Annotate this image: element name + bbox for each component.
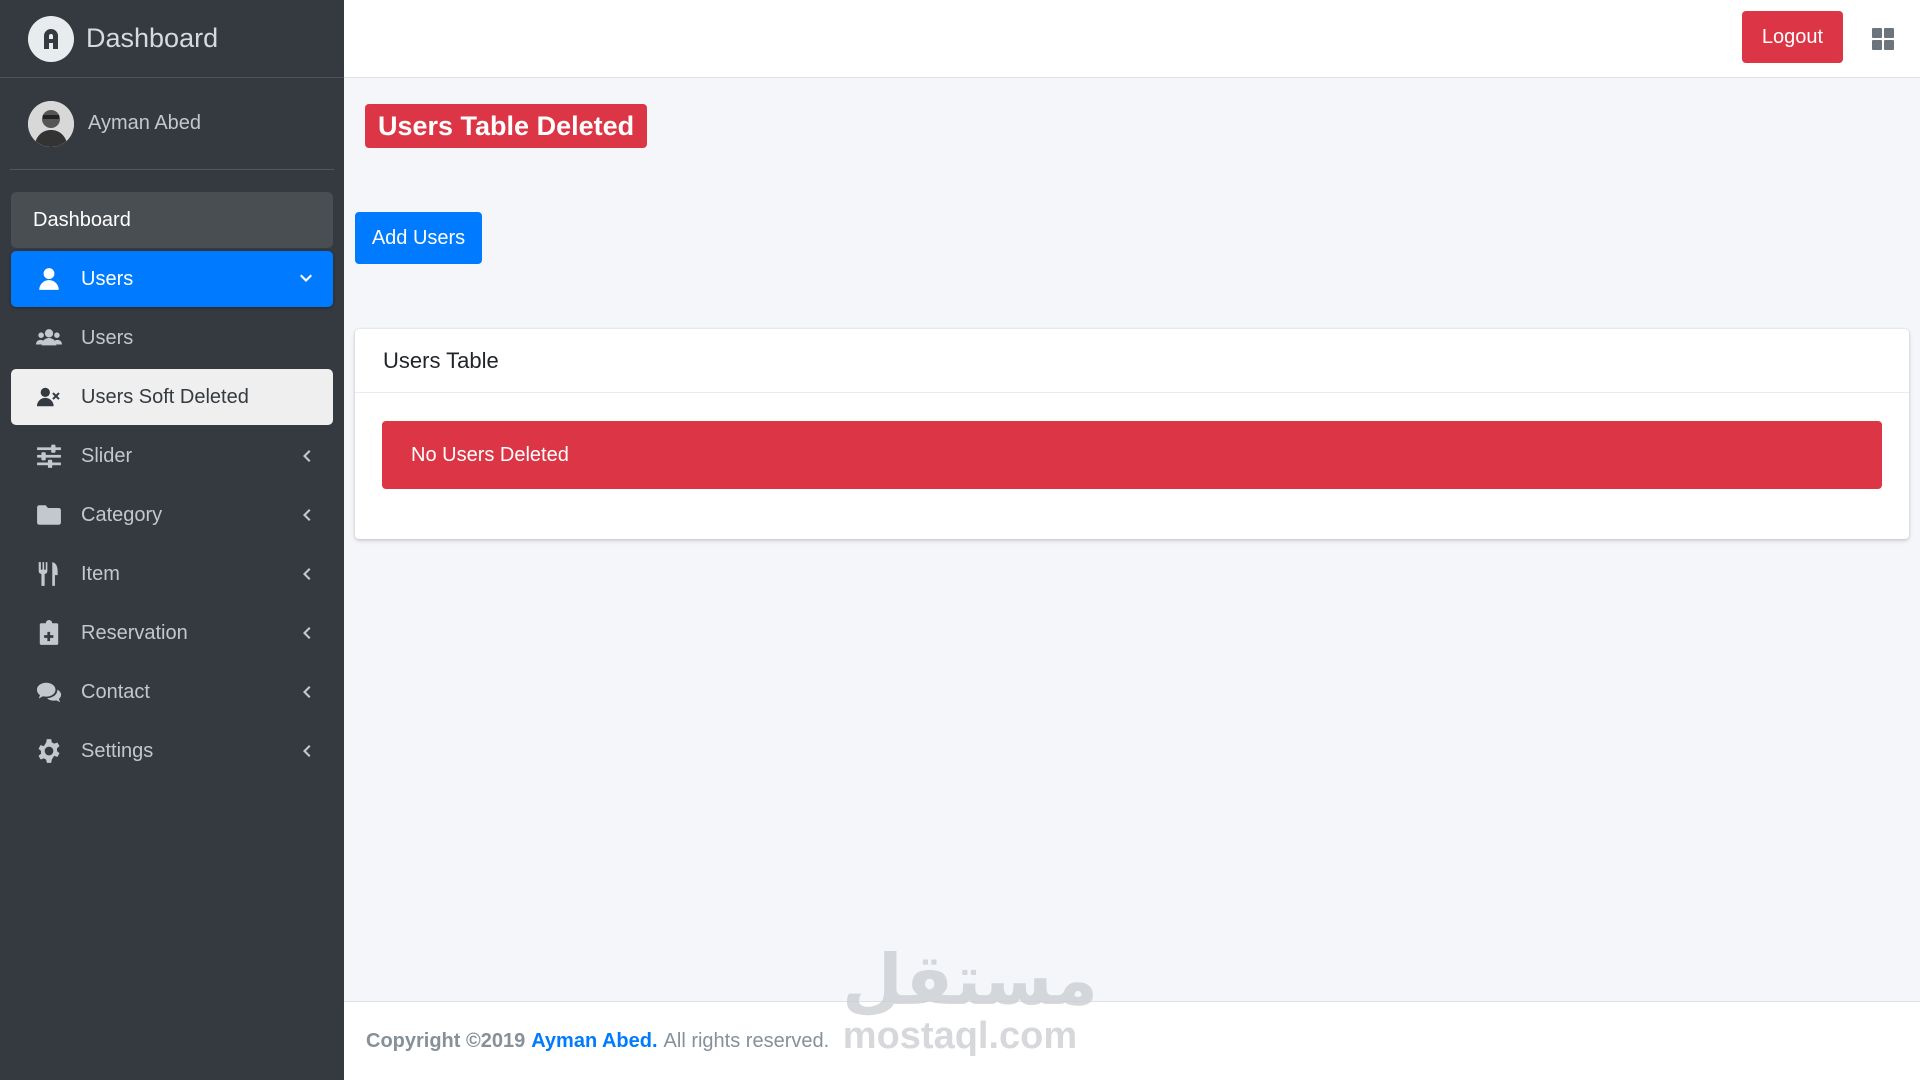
sliders-icon (33, 440, 65, 472)
brand-link[interactable]: Dashboard (0, 0, 344, 78)
sidebar-item-label: Users Soft Deleted (81, 385, 249, 408)
sidebar-item-reservation[interactable]: Reservation (11, 605, 333, 661)
clipboard-plus-icon (33, 617, 65, 649)
footer-copyright: Copyright ©2019 (366, 1029, 526, 1052)
chevron-left-icon (299, 567, 313, 581)
brand-title: Dashboard (86, 23, 219, 53)
sidebar-item-label: Settings (81, 739, 154, 762)
watermark: مستقل mostaql.com (842, 939, 1099, 1057)
chevron-down-icon (299, 272, 313, 286)
folder-icon (33, 499, 65, 531)
footer-author-link[interactable]: Ayman Abed. (531, 1030, 657, 1053)
sidebar-item-label: Category (81, 503, 163, 526)
sidebar: Dashboard Ayman Abed Dashboard Users Use… (0, 0, 344, 1080)
comments-icon (33, 676, 65, 708)
sidebar-item-label: Users (81, 326, 134, 349)
footer-rights: All rights reserved. (663, 1029, 830, 1052)
avatar (28, 100, 74, 147)
sidebar-item-contact[interactable]: Contact (11, 664, 333, 720)
chevron-left-icon (299, 449, 313, 463)
sidebar-item-label: Contact (81, 680, 150, 703)
gear-icon (33, 735, 65, 767)
chevron-left-icon (299, 508, 313, 522)
empty-alert: No Users Deleted (382, 421, 1882, 489)
sidebar-item-settings[interactable]: Settings (11, 723, 333, 779)
users-group-icon (33, 322, 65, 354)
sidebar-item-label: Item (81, 562, 120, 585)
sidebar-nav: Dashboard Users Users Users Soft Deleted (0, 192, 344, 779)
sidebar-item-item[interactable]: Item (11, 546, 333, 602)
sidebar-item-users-soft-deleted[interactable]: Users Soft Deleted (11, 369, 333, 425)
user-name: Ayman Abed (88, 112, 202, 134)
users-table-card: Users Table No Users Deleted (355, 329, 1909, 539)
brand-logo-icon (28, 15, 74, 62)
sidebar-item-label: Reservation (81, 621, 188, 644)
top-navbar: Logout (344, 0, 1920, 78)
footer: Copyright ©2019 Ayman Abed. All rights r… (344, 1001, 1920, 1080)
sidebar-item-label: Dashboard (33, 208, 131, 231)
add-users-button[interactable]: Add Users (355, 212, 482, 264)
user-times-icon (33, 381, 65, 413)
watermark-latin: mostaql.com (842, 1015, 1078, 1057)
utensils-icon (33, 558, 65, 590)
sidebar-item-slider[interactable]: Slider (11, 428, 333, 484)
user-panel[interactable]: Ayman Abed (10, 78, 334, 170)
grid-icon[interactable] (1872, 28, 1894, 50)
chevron-left-icon (299, 744, 313, 758)
sidebar-item-label: Users (81, 267, 134, 290)
chevron-left-icon (299, 626, 313, 640)
card-title: Users Table (355, 329, 1909, 393)
chevron-left-icon (299, 685, 313, 699)
sidebar-item-users[interactable]: Users (11, 310, 333, 366)
sidebar-item-category[interactable]: Category (11, 487, 333, 543)
sidebar-item-dashboard[interactable]: Dashboard (11, 192, 333, 248)
watermark-arabic: مستقل (842, 939, 1099, 1021)
logout-button[interactable]: Logout (1742, 11, 1843, 63)
user-icon (33, 263, 65, 295)
sidebar-item-users-menu[interactable]: Users (11, 251, 333, 307)
sidebar-item-label: Slider (81, 444, 133, 467)
page-title: Users Table Deleted (365, 104, 648, 148)
